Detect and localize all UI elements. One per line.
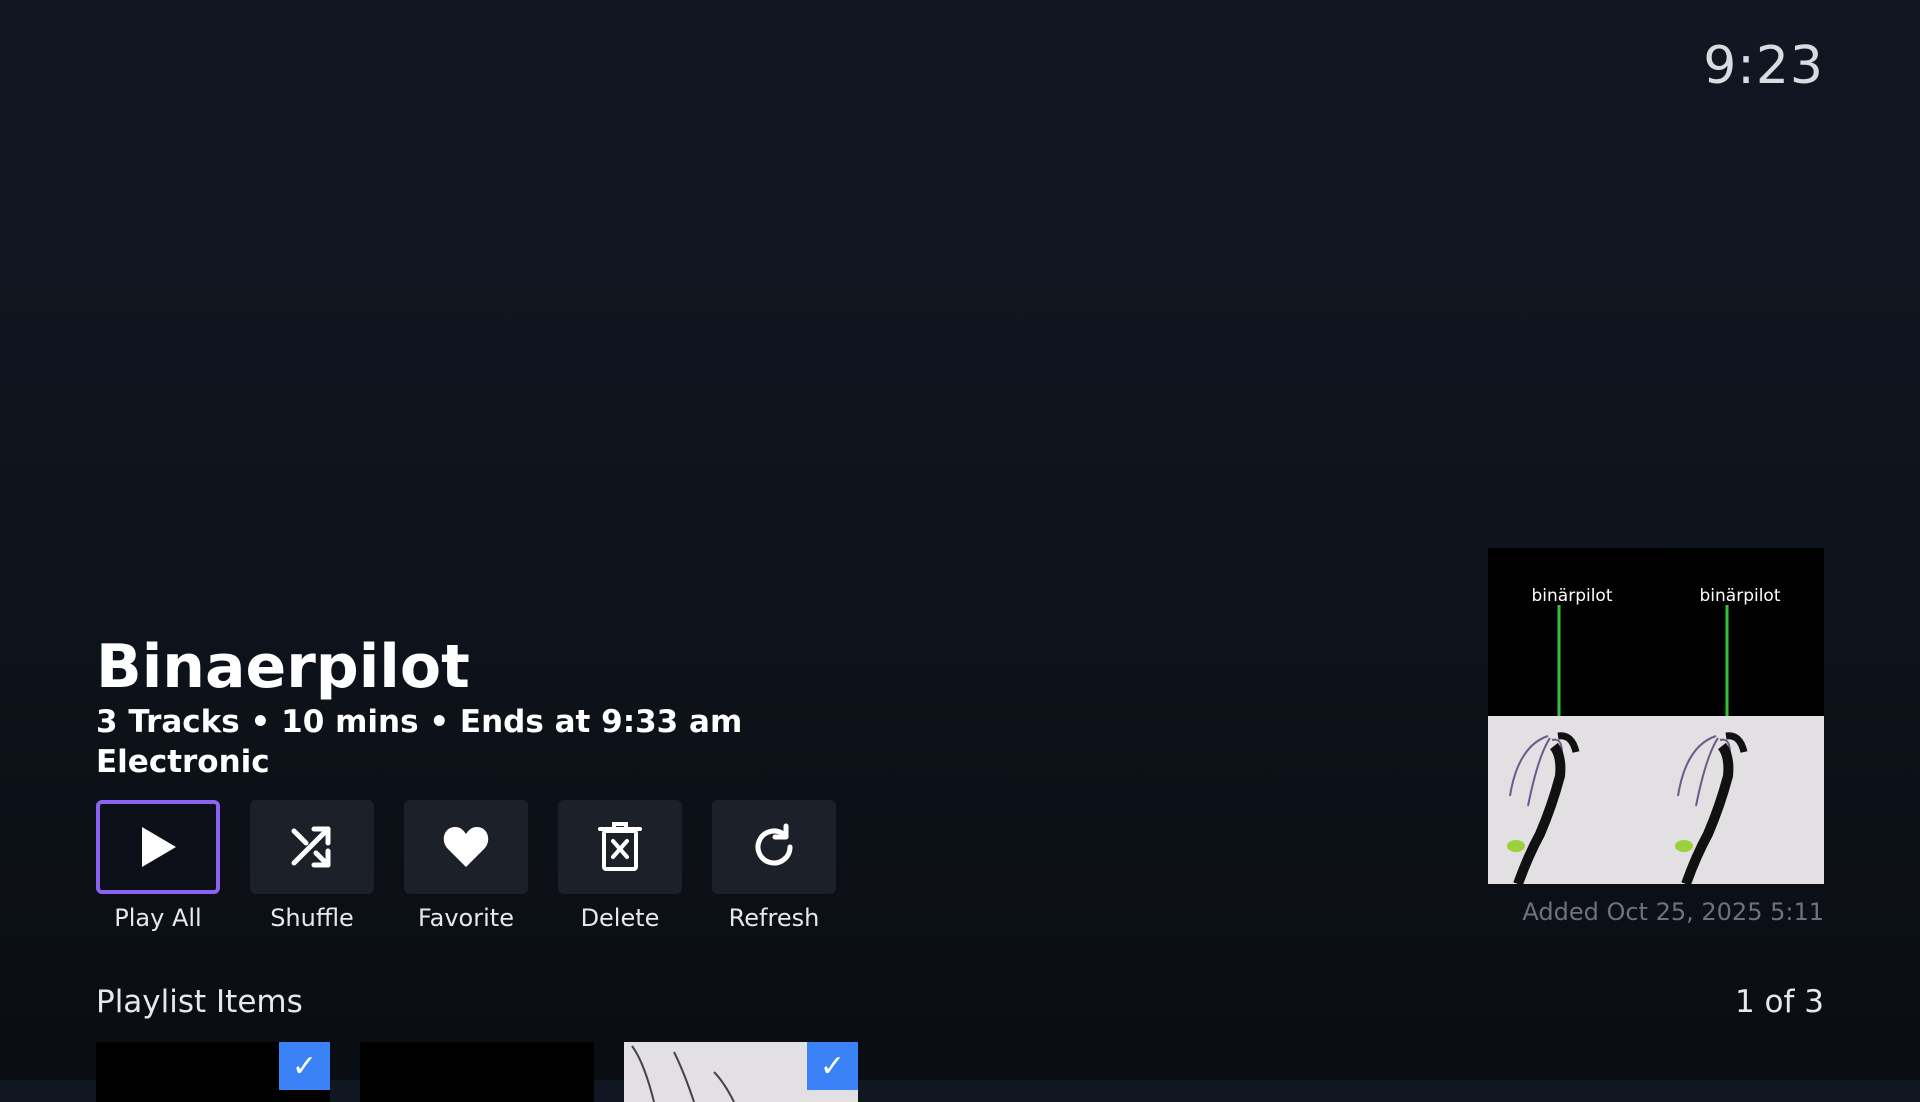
svg-text:binärpilot: binärpilot xyxy=(1700,586,1781,606)
playlist-item[interactable]: ✓ xyxy=(624,1042,858,1102)
play-icon xyxy=(138,825,178,869)
play-all-label: Play All xyxy=(114,904,202,932)
favorite-label: Favorite xyxy=(418,904,514,932)
clock: 9:23 xyxy=(1703,36,1824,96)
action-bar: Play All Shuffle Favorite Delete Refresh xyxy=(96,800,836,932)
play-all-button[interactable] xyxy=(96,800,220,894)
check-icon: ✓ xyxy=(279,1042,330,1090)
playlist-cover-collage: binärpilot binärpilot xyxy=(1488,548,1824,884)
added-date: Added Oct 25, 2025 5:11 xyxy=(1522,898,1824,926)
delete-action[interactable]: Delete xyxy=(558,800,682,932)
refresh-action[interactable]: Refresh xyxy=(712,800,836,932)
svg-text:binärpilot: binärpilot xyxy=(1532,586,1613,606)
favorite-button[interactable] xyxy=(404,800,528,894)
shuffle-action[interactable]: Shuffle xyxy=(250,800,374,932)
items-counter: 1 of 3 xyxy=(1734,984,1824,1020)
playlist-title: Binaerpilot xyxy=(96,632,470,702)
playlist-info: Binaerpilot 3 Tracks • 10 mins • Ends at… xyxy=(96,632,742,782)
playlist-genre: Electronic xyxy=(96,744,270,780)
delete-label: Delete xyxy=(580,904,660,932)
cover-tile-figure xyxy=(1488,716,1656,884)
playlist-meta: 3 Tracks • 10 mins • Ends at 9:33 am xyxy=(96,704,743,740)
check-icon: ✓ xyxy=(807,1042,858,1090)
playlist-item[interactable]: ✓ xyxy=(96,1042,330,1102)
shuffle-label: Shuffle xyxy=(270,904,354,932)
shuffle-icon xyxy=(288,823,336,871)
playlist-item[interactable] xyxy=(360,1042,594,1102)
playlist-items-row: ✓ ✓ xyxy=(96,1042,858,1102)
favorite-action[interactable]: Favorite xyxy=(404,800,528,932)
cover-tile-logo: binärpilot xyxy=(1488,548,1656,716)
refresh-label: Refresh xyxy=(728,904,820,932)
heart-icon xyxy=(442,825,490,869)
refresh-icon xyxy=(750,823,798,871)
cover-tile-figure xyxy=(1656,716,1824,884)
delete-icon xyxy=(598,821,642,873)
shuffle-button[interactable] xyxy=(250,800,374,894)
cover-tile-logo: binärpilot xyxy=(1656,548,1824,716)
delete-button[interactable] xyxy=(558,800,682,894)
play-all-action[interactable]: Play All xyxy=(96,800,220,932)
refresh-button[interactable] xyxy=(712,800,836,894)
playlist-items-heading: Playlist Items xyxy=(96,984,303,1020)
